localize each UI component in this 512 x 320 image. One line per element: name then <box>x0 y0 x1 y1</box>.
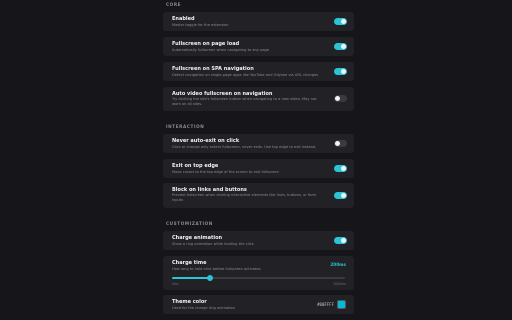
setting-theme-color: Theme color Used for the charge ring ani… <box>163 295 354 314</box>
toggle-knob <box>341 44 346 49</box>
setting-title: Enabled <box>172 16 195 22</box>
slider-thumb[interactable] <box>207 275 214 281</box>
setting-title: Fullscreen on SPA navigation <box>172 66 254 72</box>
setting-desc: Master toggle for the extension <box>172 23 229 27</box>
section-title-core: CORE <box>166 2 182 7</box>
block-links-toggle[interactable] <box>334 192 347 199</box>
never-auto-exit-toggle[interactable] <box>334 140 347 147</box>
setting-title: Exit on top edge <box>172 163 219 169</box>
setting-desc: Move cursor to the top edge of the scree… <box>172 170 279 174</box>
setting-auto-video: Auto video fullscreen on navigation Try … <box>163 87 354 111</box>
setting-never-auto-exit: Never auto-exit on click Click or change… <box>163 134 354 153</box>
setting-charge-time: Charge time 200ms How long to hold click… <box>163 256 354 290</box>
setting-title: Fullscreen on page load <box>172 41 240 47</box>
slider-min-label: 0ms <box>172 282 179 286</box>
charge-time-slider[interactable] <box>172 275 345 281</box>
fullscreen-spa-toggle[interactable] <box>334 68 347 75</box>
toggle-knob <box>341 19 346 24</box>
auto-video-toggle[interactable] <box>334 95 347 102</box>
setting-desc: Detect navigation on single-page apps li… <box>172 73 319 77</box>
setting-enabled: Enabled Master toggle for the extension <box>163 12 354 31</box>
theme-color-picker[interactable] <box>337 300 346 309</box>
toggle-knob <box>341 238 346 243</box>
setting-fullscreen-page-load: Fullscreen on page load Automatically fu… <box>163 37 354 56</box>
setting-charge-animation: Charge animation Show a ring animation w… <box>163 231 354 250</box>
setting-desc: Prevent fullscreen when clicking interac… <box>172 193 317 202</box>
enabled-toggle[interactable] <box>334 18 347 25</box>
setting-desc: How long to hold click before fullscreen… <box>172 267 261 271</box>
setting-fullscreen-spa: Fullscreen on SPA navigation Detect navi… <box>163 62 354 81</box>
toggle-knob <box>335 96 340 101</box>
setting-desc: Click or change only enters fullscreen, … <box>172 145 317 149</box>
setting-title: Never auto-exit on click <box>172 138 240 144</box>
setting-desc: Show a ring animation while holding the … <box>172 242 254 246</box>
theme-color-hex: #00FFFF <box>317 302 334 307</box>
setting-title: Charge time <box>172 260 207 266</box>
charge-animation-toggle[interactable] <box>334 237 347 244</box>
setting-title: Theme color <box>172 299 207 305</box>
slider-fill <box>172 277 211 279</box>
toggle-knob <box>341 193 346 198</box>
setting-desc: Used for the charge ring animation <box>172 306 236 310</box>
exit-top-edge-toggle[interactable] <box>334 165 347 172</box>
section-title-customization: CUSTOMIZATION <box>166 221 213 226</box>
toggle-knob <box>341 166 346 171</box>
setting-desc: Automatically fullscreen when navigating… <box>172 48 270 52</box>
charge-time-value: 200ms <box>330 262 346 267</box>
setting-block-links: Block on links and buttons Prevent fulls… <box>163 183 354 208</box>
toggle-knob <box>335 141 340 146</box>
toggle-knob <box>341 69 346 74</box>
setting-title: Charge animation <box>172 235 223 241</box>
setting-exit-top-edge: Exit on top edge Move cursor to the top … <box>163 159 354 178</box>
fullscreen-page-load-toggle[interactable] <box>334 43 347 50</box>
setting-desc: Try clicking the site's fullscreen butto… <box>172 97 317 106</box>
section-title-interaction: INTERACTION <box>166 124 205 129</box>
slider-max-label: 1000ms <box>333 282 346 286</box>
